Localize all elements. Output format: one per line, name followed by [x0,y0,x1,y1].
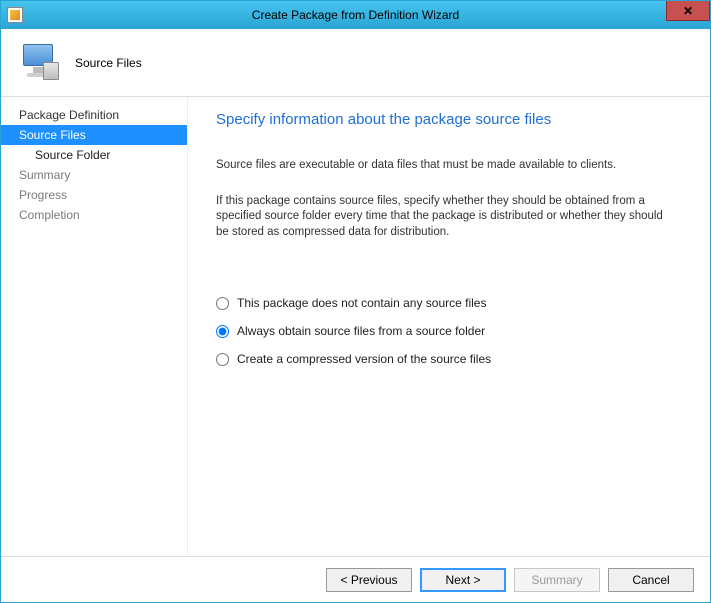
option-always-obtain[interactable]: Always obtain source files from a source… [216,324,682,338]
option-label: Always obtain source files from a source… [237,324,485,338]
source-option-group: This package does not contain any source… [216,296,682,366]
option-label: This package does not contain any source… [237,296,486,310]
sidebar-item-progress[interactable]: Progress [1,185,187,205]
option-always-obtain-radio[interactable] [216,325,229,338]
option-compressed-radio[interactable] [216,353,229,366]
next-button[interactable]: Next > [420,568,506,592]
close-icon: ✕ [683,4,693,18]
wizard-body: Package Definition Source Files Source F… [1,97,710,556]
computer-icon [19,42,61,84]
previous-button[interactable]: < Previous [326,568,412,592]
wizard-header: Source Files [1,29,710,97]
close-button[interactable]: ✕ [666,1,710,21]
option-label: Create a compressed version of the sourc… [237,352,491,366]
option-compressed[interactable]: Create a compressed version of the sourc… [216,352,682,366]
sidebar-item-source-folder[interactable]: Source Folder [1,145,187,165]
sidebar-item-summary[interactable]: Summary [1,165,187,185]
window-title: Create Package from Definition Wizard [1,8,710,22]
intro-text-1: Source files are executable or data file… [216,158,682,174]
step-title: Source Files [75,56,142,70]
summary-button: Summary [514,568,600,592]
content-heading: Specify information about the package so… [216,111,682,128]
option-no-source-radio[interactable] [216,297,229,310]
intro-text-2: If this package contains source files, s… [216,194,682,241]
cancel-button[interactable]: Cancel [608,568,694,592]
titlebar: Create Package from Definition Wizard ✕ [1,1,710,29]
sidebar-item-source-files[interactable]: Source Files [1,125,187,145]
wizard-footer: < Previous Next > Summary Cancel [1,556,710,602]
sidebar-item-package-definition[interactable]: Package Definition [1,105,187,125]
content-pane: Specify information about the package so… [187,97,710,556]
step-sidebar: Package Definition Source Files Source F… [1,97,187,556]
sidebar-item-completion[interactable]: Completion [1,205,187,225]
option-no-source[interactable]: This package does not contain any source… [216,296,682,310]
